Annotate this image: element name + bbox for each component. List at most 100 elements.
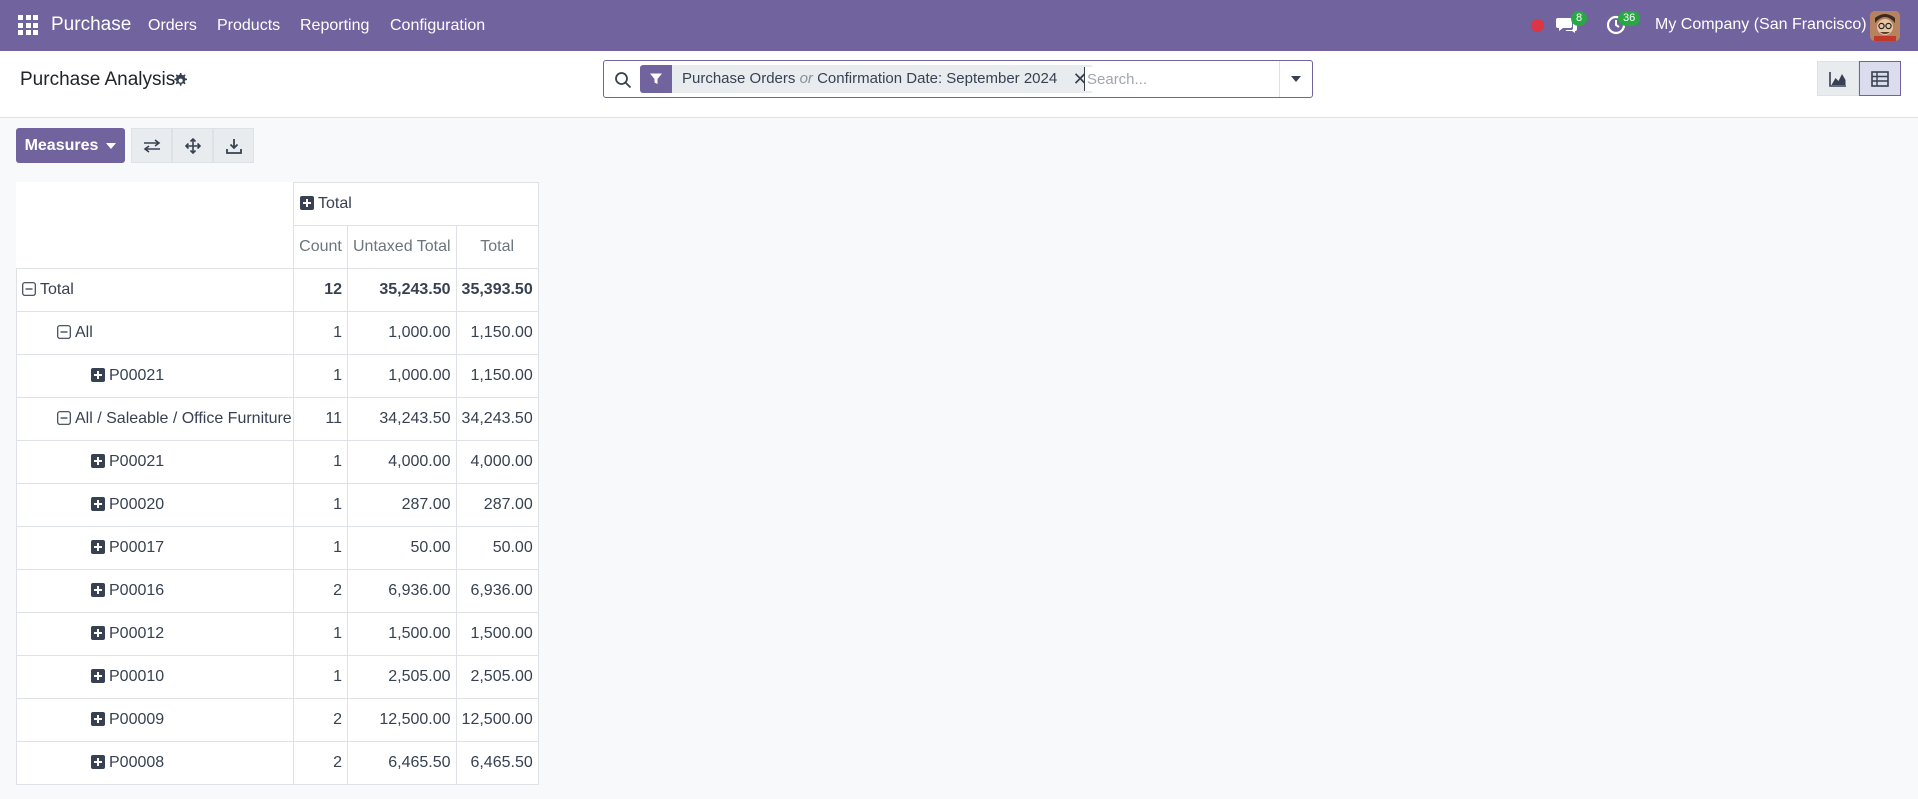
cell-total[interactable]: 34,243.50 [455, 397, 539, 441]
minus-square-icon [22, 282, 36, 296]
control-panel: Purchase Analysis Purchase Orders or Con… [0, 51, 1918, 118]
cell-untaxed-total[interactable]: 34,243.50 [347, 397, 457, 441]
app-name[interactable]: Purchase [51, 14, 131, 36]
pivot-corner [17, 183, 294, 226]
cell-count[interactable]: 1 [293, 655, 348, 699]
plus-square-icon [91, 368, 105, 382]
flip-axis-button[interactable] [131, 128, 172, 163]
search-options-toggle[interactable] [1279, 61, 1312, 97]
pivot-row: All 1 1,000.00 1,150.00 [16, 311, 539, 355]
row-header[interactable]: P00016 [16, 569, 294, 613]
measures-button[interactable]: Measures [16, 128, 125, 163]
row-header[interactable]: P00017 [16, 526, 294, 570]
cell-count[interactable]: 1 [293, 354, 348, 398]
cell-untaxed-total[interactable]: 6,465.50 [347, 741, 457, 785]
expand-all-button[interactable] [172, 128, 213, 163]
search-input[interactable] [1084, 67, 1274, 91]
cell-count[interactable]: 1 [293, 526, 348, 570]
row-header[interactable]: All / Saleable / Office Furniture [16, 397, 294, 441]
plus-square-icon [91, 626, 105, 640]
cell-untaxed-total[interactable]: 6,936.00 [347, 569, 457, 613]
chat-count-badge: 8 [1571, 11, 1588, 26]
row-header[interactable]: P00021 [16, 354, 294, 398]
cell-total[interactable]: 2,505.00 [455, 655, 539, 699]
cell-count[interactable]: 12 [293, 268, 348, 312]
cell-untaxed-total[interactable]: 1,000.00 [347, 354, 457, 398]
row-header-label: P00017 [109, 539, 165, 556]
filter-facet[interactable]: Purchase Orders or Confirmation Date: Se… [640, 65, 1094, 93]
row-header-label: P00008 [109, 754, 165, 771]
cell-count[interactable]: 2 [293, 741, 348, 785]
cell-untaxed-total[interactable]: 4,000.00 [347, 440, 457, 484]
cell-total[interactable]: 35,393.50 [455, 268, 539, 312]
cell-count[interactable]: 2 [293, 698, 348, 742]
cell-total[interactable]: 1,150.00 [455, 311, 539, 355]
cell-total[interactable]: 6,465.50 [455, 741, 539, 785]
top-navbar: Purchase Orders Products Reporting Confi… [0, 0, 1918, 51]
download-button[interactable] [213, 128, 254, 163]
company-switcher[interactable]: My Company (San Francisco) [1655, 16, 1867, 34]
pivot-row: P00010 1 2,505.00 2,505.00 [16, 655, 539, 699]
menu-configuration[interactable]: Configuration [390, 17, 485, 35]
status-dot-icon[interactable] [1531, 19, 1544, 32]
cell-count[interactable]: 1 [293, 311, 348, 355]
cell-count[interactable]: 1 [293, 440, 348, 484]
apps-grid-icon[interactable] [18, 15, 38, 35]
graph-view-button[interactable] [1817, 61, 1859, 96]
measures-label: Measures [24, 136, 99, 154]
gear-icon[interactable] [172, 72, 188, 88]
row-header[interactable]: P00010 [16, 655, 294, 699]
pivot-row: P00009 2 12,500.00 12,500.00 [16, 698, 539, 742]
minus-square-icon [57, 411, 71, 425]
row-header[interactable]: All [16, 311, 294, 355]
cell-total[interactable]: 50.00 [455, 526, 539, 570]
row-header[interactable]: P00009 [16, 698, 294, 742]
cell-total[interactable]: 287.00 [455, 483, 539, 527]
plus-square-icon [91, 540, 105, 554]
row-header-label: P00021 [109, 453, 165, 470]
pivot-view-button[interactable] [1859, 61, 1901, 96]
column-header-total-label: Total [318, 195, 352, 212]
cell-untaxed-total[interactable]: 1,000.00 [347, 311, 457, 355]
cell-untaxed-total[interactable]: 287.00 [347, 483, 457, 527]
row-header[interactable]: P00008 [16, 741, 294, 785]
plus-square-icon [91, 454, 105, 468]
cell-count[interactable]: 2 [293, 569, 348, 613]
row-header-label: All [75, 324, 93, 341]
menu-products[interactable]: Products [217, 17, 280, 35]
cell-untaxed-total[interactable]: 2,505.00 [347, 655, 457, 699]
menu-orders[interactable]: Orders [148, 17, 197, 35]
cell-total[interactable]: 1,500.00 [455, 612, 539, 656]
row-header[interactable]: P00012 [16, 612, 294, 656]
measure-header-untaxed-total[interactable]: Untaxed Total [347, 225, 457, 269]
cell-total[interactable]: 4,000.00 [455, 440, 539, 484]
cell-total[interactable]: 1,150.00 [455, 354, 539, 398]
cell-total[interactable]: 6,936.00 [455, 569, 539, 613]
menu-reporting[interactable]: Reporting [300, 17, 369, 35]
cell-untaxed-total[interactable]: 1,500.00 [347, 612, 457, 656]
page-title: Purchase Analysis [20, 69, 176, 90]
user-avatar[interactable] [1870, 11, 1900, 41]
plus-square-icon [300, 196, 314, 210]
cell-total[interactable]: 12,500.00 [455, 698, 539, 742]
row-header-label: P00009 [109, 711, 165, 728]
measure-header-count[interactable]: Count [293, 225, 348, 269]
row-header-label: Total [40, 281, 74, 298]
column-header-total[interactable]: Total [293, 182, 539, 226]
row-header-label: All / Saleable / Office Furniture [75, 410, 292, 427]
plus-square-icon [91, 755, 105, 769]
cell-count[interactable]: 11 [293, 397, 348, 441]
cell-untaxed-total[interactable]: 35,243.50 [347, 268, 457, 312]
row-header-label: P00010 [109, 668, 165, 685]
download-icon [225, 138, 242, 154]
row-header[interactable]: P00021 [16, 440, 294, 484]
cell-count[interactable]: 1 [293, 483, 348, 527]
plus-square-icon [91, 669, 105, 683]
pivot-row: P00008 2 6,465.50 6,465.50 [16, 741, 539, 785]
row-header[interactable]: P00020 [16, 483, 294, 527]
cell-untaxed-total[interactable]: 12,500.00 [347, 698, 457, 742]
measure-header-total[interactable]: Total [455, 225, 539, 269]
cell-untaxed-total[interactable]: 50.00 [347, 526, 457, 570]
row-header[interactable]: Total [16, 268, 294, 312]
cell-count[interactable]: 1 [293, 612, 348, 656]
